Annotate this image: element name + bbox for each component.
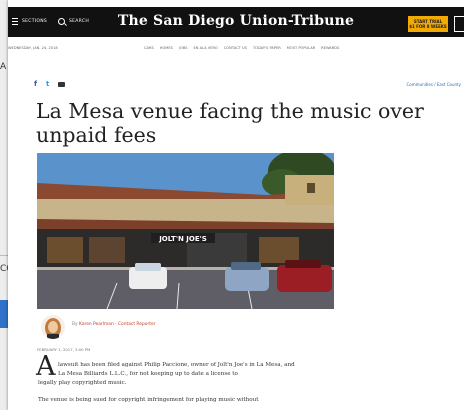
share-bar: f t <box>34 80 66 88</box>
paragraph-line: The venue is being sued for copyright in… <box>38 397 259 403</box>
background-label: A <box>0 62 7 72</box>
subnav-link[interactable]: HOMES <box>160 46 173 50</box>
paragraph-line: lawsuit has been filed against Philip Pa… <box>58 362 295 368</box>
subnav-link[interactable]: CARS <box>144 46 154 50</box>
cta-line2: $1 FOR 8 WEEKS <box>409 24 447 29</box>
subnav-link[interactable]: REWARDS <box>321 46 339 50</box>
author-name-link[interactable]: Karen Pearlman · Contact Reporter <box>79 322 155 327</box>
byline-prefix: By <box>72 322 78 327</box>
article-window: SECTIONS SEARCH The San Diego Union-Trib… <box>8 0 464 410</box>
author-avatar[interactable] <box>41 315 65 339</box>
subnav-link[interactable]: JOBS <box>179 46 188 50</box>
photo-sign-text: JOLT'N JOE'S <box>158 235 207 243</box>
dateline: WEDNESDAY, JAN. 24, 2018 <box>8 46 58 50</box>
start-trial-button[interactable]: START TRIAL $1 FOR 8 WEEKS <box>408 16 448 32</box>
site-logo[interactable]: The San Diego Union-Tribune <box>8 13 464 29</box>
email-icon[interactable] <box>58 81 66 87</box>
subnav-link[interactable]: TODAY'S PAPER <box>253 46 281 50</box>
breadcrumb[interactable]: Communities / East County <box>407 82 461 87</box>
article-headline: La Mesa venue facing the music over unpa… <box>36 99 424 147</box>
twitter-icon[interactable]: t <box>46 80 49 88</box>
subnav-links: CARS HOMES JOBS EN ALA VERO CONTACT US T… <box>144 46 339 50</box>
subnav-link[interactable]: CONTACT US <box>224 46 247 50</box>
subnav-link[interactable]: MOST POPULAR <box>287 46 315 50</box>
subnav-bar: WEDNESDAY, JAN. 24, 2018 CARS HOMES JOBS… <box>8 44 464 53</box>
byline: By Karen Pearlman · Contact Reporter <box>72 322 156 327</box>
subnav-link[interactable]: EN ALA VERO <box>194 46 218 50</box>
facebook-icon[interactable]: f <box>34 80 37 88</box>
account-button[interactable] <box>454 16 464 32</box>
dropcap: A <box>36 351 56 382</box>
paragraph-line: legally play copyrighted music. <box>38 380 127 386</box>
paragraph-line: La Mesa Billiards L.L.C., for not keepin… <box>58 371 238 377</box>
masthead: SECTIONS SEARCH The San Diego Union-Trib… <box>8 7 464 37</box>
article-photo: JOLT'N JOE'S <box>37 153 334 309</box>
